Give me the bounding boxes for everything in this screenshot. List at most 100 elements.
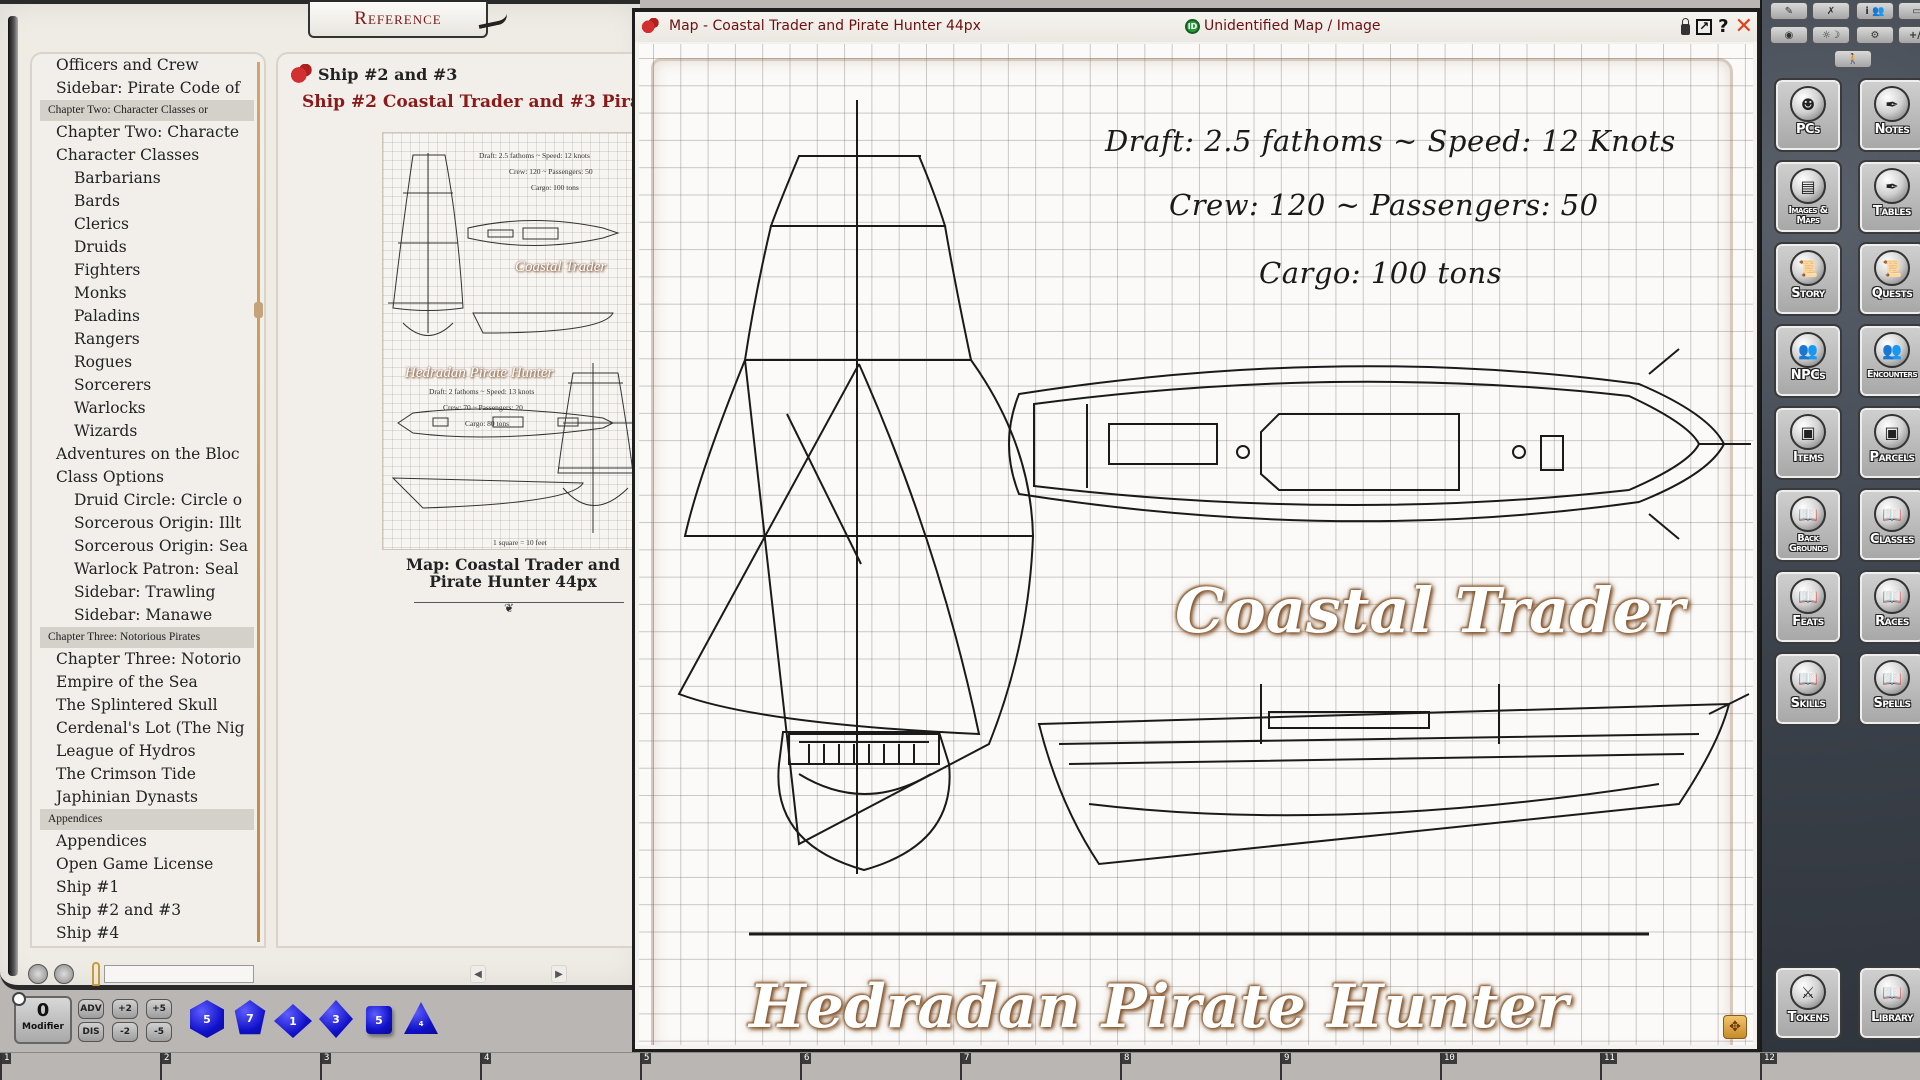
toc-item[interactable]: Cerdenal's Lot (The Nig bbox=[40, 717, 254, 740]
hotkey-slot[interactable]: 2 bbox=[160, 1053, 320, 1080]
toc-item[interactable]: Open Game License bbox=[40, 853, 254, 876]
toc-item[interactable]: Bards bbox=[40, 190, 254, 213]
toc-item[interactable]: Druid Circle: Circle o bbox=[40, 489, 254, 512]
hotkey-slot[interactable]: 11 bbox=[1600, 1053, 1760, 1080]
toc-item[interactable]: Japhinian Dynasts bbox=[40, 786, 254, 809]
sidebar-button-skills[interactable]: 📖 Skills bbox=[1774, 652, 1842, 726]
hotkey-slot[interactable]: 7 bbox=[960, 1053, 1120, 1080]
toc-item[interactable]: Wizards bbox=[40, 420, 254, 443]
identification-status[interactable]: ID Unidentified Map / Image bbox=[1185, 18, 1381, 34]
sidebar-button-items[interactable]: ▣ Items bbox=[1774, 406, 1842, 480]
toc-item[interactable]: Barbarians bbox=[40, 167, 254, 190]
sidebar-button-quests[interactable]: 📜 Quests bbox=[1858, 242, 1920, 316]
sidebar-button-tables[interactable]: ✒ Tables bbox=[1858, 160, 1920, 234]
sidebar-button-story[interactable]: 📜 Story bbox=[1774, 242, 1842, 316]
toc-item[interactable]: Fighters bbox=[40, 259, 254, 282]
sidebar-button-backgrounds[interactable]: 📖 Back Grounds bbox=[1774, 488, 1842, 562]
prev-page-button[interactable]: ◀ bbox=[470, 965, 486, 983]
toc-item[interactable]: Ship #1 bbox=[40, 876, 254, 899]
hotkey-slot[interactable]: 12 bbox=[1760, 1053, 1920, 1080]
toc-item[interactable]: Ship #2 and #3 bbox=[40, 899, 254, 922]
d4-die[interactable]: 4 bbox=[404, 1002, 438, 1034]
hotkey-slot[interactable]: 8 bbox=[1120, 1053, 1280, 1080]
modules-icon[interactable]: ▭ bbox=[1898, 2, 1920, 20]
sidebar-button-races[interactable]: 📖 Races bbox=[1858, 570, 1920, 644]
hotkey-slot[interactable]: 5 bbox=[640, 1053, 800, 1080]
toc-item[interactable]: Chapter Three: Notorio bbox=[40, 648, 254, 671]
minus-5-button[interactable]: -5 bbox=[146, 1022, 172, 1042]
sidebar-button-library[interactable]: 📖 Library bbox=[1858, 966, 1920, 1040]
modifier-icon[interactable]: +/- bbox=[1898, 26, 1920, 44]
hotkey-slot[interactable]: 10 bbox=[1440, 1053, 1600, 1080]
map-image-canvas[interactable]: Draft: 2.5 fathoms ~ Speed: 12 Knots Cre… bbox=[639, 44, 1753, 1045]
toc-item[interactable]: Rogues bbox=[40, 351, 254, 374]
toc-item[interactable]: Sorcerers bbox=[40, 374, 254, 397]
sidebar-button-npcs[interactable]: 👥 NPCs bbox=[1774, 324, 1842, 398]
toc-item[interactable]: Sorcerous Origin: Sea bbox=[40, 535, 254, 558]
toc-item[interactable]: Class Options bbox=[40, 466, 254, 489]
toc-item[interactable]: Appendices bbox=[40, 830, 254, 853]
sidebar-button-encounters[interactable]: 👥 Encounters bbox=[1858, 324, 1920, 398]
toc-item[interactable]: Sidebar: Manawe bbox=[40, 604, 254, 627]
sidebar-button-spells[interactable]: 📖 Spells bbox=[1858, 652, 1920, 726]
toc-item[interactable]: Officers and Crew bbox=[40, 54, 254, 77]
sidebar-button-pcs[interactable]: ☻ PCs bbox=[1774, 78, 1842, 152]
sidebar-button-feats[interactable]: 📖 Feats bbox=[1774, 570, 1842, 644]
hotkey-slot[interactable]: 1 bbox=[0, 1053, 160, 1080]
toc-item[interactable]: Sidebar: Pirate Code of bbox=[40, 77, 254, 100]
identified-toggle-icon[interactable]: ID bbox=[1185, 18, 1200, 34]
disadvantage-button[interactable]: DIS bbox=[78, 1022, 104, 1042]
settings-icon[interactable]: ⚙ bbox=[1856, 26, 1894, 44]
hotkey-slot[interactable]: 3 bbox=[320, 1053, 480, 1080]
toc-item[interactable]: Druids bbox=[40, 236, 254, 259]
toc-item[interactable]: The Crimson Tide bbox=[40, 763, 254, 786]
party-info-icon[interactable]: i 👥 bbox=[1856, 2, 1894, 20]
sidebar-button-tokens[interactable]: ⚔ Tokens bbox=[1774, 966, 1842, 1040]
combat-tool-icon[interactable]: ✗ bbox=[1812, 2, 1850, 20]
toc-section-header[interactable]: Appendices bbox=[40, 809, 254, 830]
help-icon[interactable]: ? bbox=[1718, 16, 1728, 37]
toc-item[interactable]: Sorcerous Origin: Illt bbox=[40, 512, 254, 535]
advantage-button[interactable]: ADV bbox=[78, 999, 104, 1019]
sidebar-button-notes[interactable]: ✒ Notes bbox=[1858, 78, 1920, 152]
d8-die[interactable]: 3 bbox=[319, 1000, 353, 1038]
toc-item[interactable]: Paladins bbox=[40, 305, 254, 328]
modifier-settings-icon[interactable] bbox=[12, 992, 26, 1006]
hotkey-slot[interactable]: 9 bbox=[1280, 1053, 1440, 1080]
hotkey-slot[interactable]: 6 bbox=[800, 1053, 960, 1080]
thumbnail-caption[interactable]: Map: Coastal Trader and Pirate Hunter 44… bbox=[378, 556, 640, 590]
toc-scrollbar-thumb[interactable] bbox=[254, 302, 263, 318]
resize-handle[interactable]: ✥ bbox=[1723, 1015, 1747, 1039]
toc-item[interactable]: Rangers bbox=[40, 328, 254, 351]
close-icon[interactable]: ✕ bbox=[1735, 15, 1753, 37]
toc-item[interactable]: Character Classes bbox=[40, 144, 254, 167]
toc-scrollbar[interactable] bbox=[254, 62, 263, 942]
pedestrian-icon[interactable]: 🚶 bbox=[1834, 50, 1872, 68]
plus-5-button[interactable]: +5 bbox=[146, 999, 172, 1019]
lock-icon[interactable] bbox=[1681, 17, 1691, 35]
d12-die[interactable]: 7 bbox=[234, 1000, 266, 1035]
sidebar-button-classes[interactable]: 📖 Classes bbox=[1858, 488, 1920, 562]
hotkey-slot[interactable]: 4 bbox=[480, 1053, 640, 1080]
toc-item[interactable]: Monks bbox=[40, 282, 254, 305]
minus-2-button[interactable]: -2 bbox=[112, 1022, 138, 1042]
shared-toggle-button[interactable] bbox=[28, 964, 48, 984]
next-page-button[interactable]: ▶ bbox=[551, 965, 567, 983]
d20-die[interactable]: 5 bbox=[190, 1000, 224, 1038]
toc-section-header[interactable]: Chapter Two: Character Classes or bbox=[40, 100, 254, 121]
visibility-toggle-button[interactable] bbox=[54, 964, 74, 984]
sidebar-button-parcels[interactable]: ▣ Parcels bbox=[1858, 406, 1920, 480]
map-thumbnail[interactable]: Draft: 2.5 fathoms ~ Speed: 12 knots Cre… bbox=[382, 132, 640, 550]
toc-item[interactable]: Adventures on the Bloc bbox=[40, 443, 254, 466]
toc-item[interactable]: Clerics bbox=[40, 213, 254, 236]
toc-item[interactable]: Warlocks bbox=[40, 397, 254, 420]
d10-die[interactable]: 1 bbox=[274, 1004, 312, 1038]
toc-item[interactable]: Ship #4 bbox=[40, 922, 254, 945]
toc-item[interactable]: Sidebar: Trawling bbox=[40, 581, 254, 604]
lighting-icon[interactable]: ☼☽ bbox=[1812, 26, 1850, 44]
toc-item[interactable]: Empire of the Sea bbox=[40, 671, 254, 694]
toc-item[interactable]: Warlock Patron: Seal bbox=[40, 558, 254, 581]
d6-die[interactable]: 5 bbox=[366, 1006, 392, 1034]
chat-icon[interactable]: ◉ bbox=[1770, 26, 1808, 44]
plus-2-button[interactable]: +2 bbox=[112, 999, 138, 1019]
